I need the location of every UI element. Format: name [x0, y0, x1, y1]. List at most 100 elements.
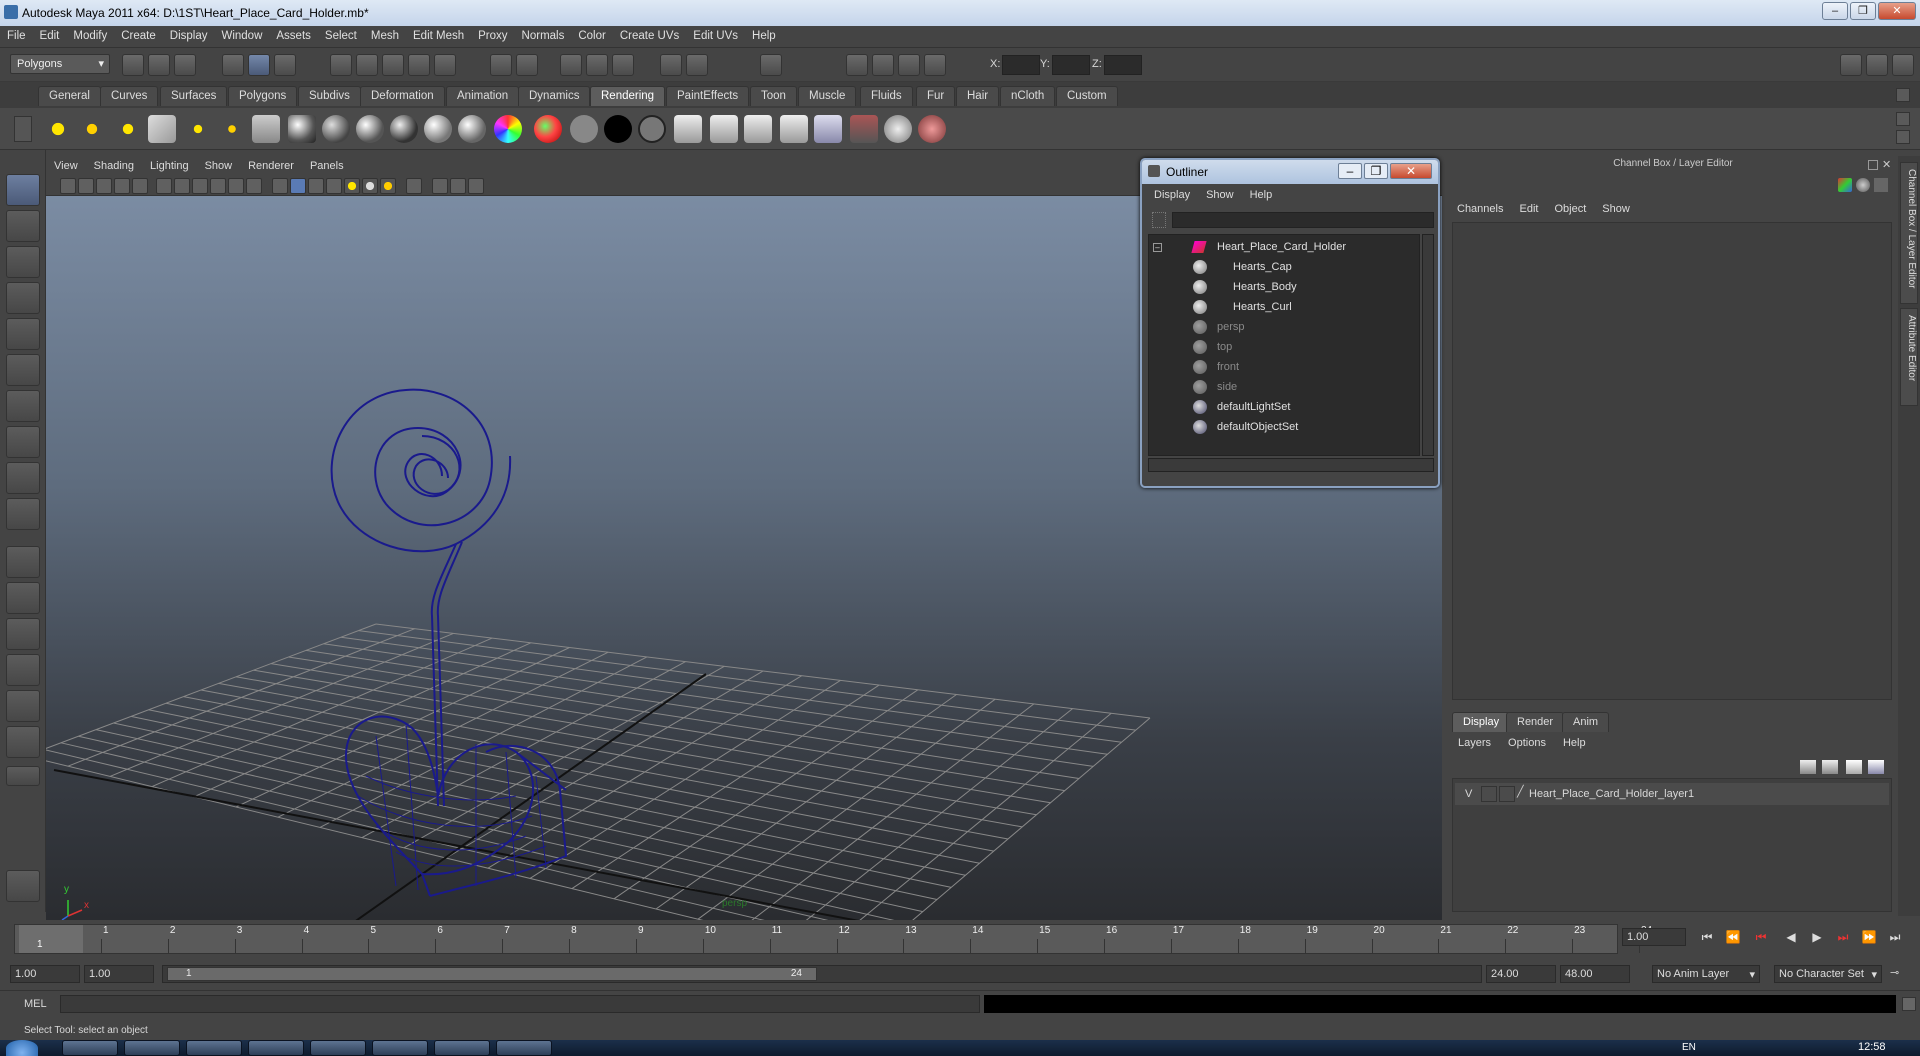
menu-set-dropdown[interactable]: Polygons ▾ — [10, 54, 110, 74]
relative-transform-icon[interactable] — [872, 54, 894, 76]
outliner-item[interactable]: defaultObjectSet — [1149, 417, 1409, 437]
safe-action-icon[interactable] — [246, 178, 262, 194]
utility-task-icon[interactable] — [434, 1040, 490, 1056]
wireframe-on-shaded-icon[interactable] — [308, 178, 324, 194]
snap-grid-icon[interactable] — [330, 54, 352, 76]
float-panel-icon[interactable] — [1868, 160, 1878, 170]
shelf-tab-ncloth[interactable]: nCloth — [1000, 86, 1056, 106]
photoshop-task-icon[interactable] — [248, 1040, 304, 1056]
outliner-horizontal-scrollbar[interactable] — [1148, 458, 1434, 472]
shelf-tab-muscle[interactable]: Muscle — [798, 86, 857, 106]
render-settings-shelf-icon[interactable] — [744, 115, 772, 143]
surface-shader-icon[interactable] — [638, 115, 666, 143]
menu-display[interactable]: Display — [163, 26, 215, 42]
maximize-button[interactable]: ❐ — [1850, 2, 1876, 20]
xray-joints-icon[interactable] — [450, 178, 466, 194]
paint-brush-icon[interactable] — [918, 115, 946, 143]
range-slider-bar[interactable]: 1 24 — [167, 967, 817, 981]
outliner-vertical-scrollbar[interactable] — [1422, 234, 1434, 456]
shadows-icon[interactable] — [380, 178, 396, 194]
viewport-menu-show[interactable]: Show — [197, 156, 241, 172]
wireframe-icon[interactable] — [272, 178, 288, 194]
directional-light-icon[interactable] — [78, 115, 106, 143]
play-backwards-button[interactable]: ◀ — [1782, 930, 1800, 948]
select-object-icon[interactable] — [248, 54, 270, 76]
menu-edit-mesh[interactable]: Edit Mesh — [406, 26, 471, 42]
rename-icon[interactable] — [898, 54, 920, 76]
paint-select-tool-icon[interactable] — [6, 246, 40, 278]
single-perspective-layout-icon[interactable] — [6, 546, 40, 578]
select-tool-icon[interactable] — [6, 174, 40, 206]
time-slider-track[interactable]: 1 12345678910111213141516171819202122232… — [14, 924, 1652, 954]
field-chart-icon[interactable] — [228, 178, 244, 194]
layer-tab-render[interactable]: Render — [1506, 712, 1565, 732]
snap-curve-icon[interactable] — [356, 54, 378, 76]
shelf-scroll-up-icon[interactable] — [1896, 112, 1910, 126]
step-forward-frame-button[interactable]: ⏭ — [1834, 930, 1852, 948]
play-forwards-button[interactable]: ▶ — [1808, 930, 1826, 948]
shelf-tab-surfaces[interactable]: Surfaces — [160, 86, 228, 106]
render-settings-icon[interactable] — [612, 54, 634, 76]
hyperbolic-icon[interactable] — [1874, 178, 1888, 192]
ipr-icon[interactable] — [710, 115, 738, 143]
outliner-item[interactable]: front — [1149, 357, 1409, 377]
playback-start-field[interactable]: 1.00 — [84, 965, 154, 983]
current-time-indicator[interactable] — [19, 925, 83, 953]
explorer-task-icon[interactable] — [496, 1040, 552, 1056]
chrome-task-icon[interactable] — [62, 1040, 118, 1056]
viewport-menu-renderer[interactable]: Renderer — [240, 156, 302, 172]
menu-file[interactable]: File — [0, 26, 33, 42]
shelf-menu-icon[interactable] — [1896, 88, 1910, 102]
minimize-button[interactable]: – — [1822, 2, 1848, 20]
render-view-shelf-icon[interactable] — [814, 115, 842, 143]
menu-window[interactable]: Window — [214, 26, 269, 42]
xray-icon[interactable] — [432, 178, 448, 194]
save-scene-icon[interactable] — [174, 54, 196, 76]
shelf-tab-deformation[interactable]: Deformation — [360, 86, 445, 106]
two-d-pan-icon[interactable] — [132, 178, 148, 194]
maya-task-icon[interactable] — [372, 1040, 428, 1056]
menu-select[interactable]: Select — [318, 26, 364, 42]
bookmark-icon[interactable] — [96, 178, 112, 194]
channel-box-toggle-icon[interactable] — [1892, 54, 1914, 76]
camera-attributes-icon[interactable] — [78, 178, 94, 194]
phong-shader-icon[interactable] — [356, 115, 384, 143]
go-to-end-button[interactable]: ⏭ — [1886, 930, 1904, 948]
anim-layer-dropdown[interactable]: No Anim Layer ▾ — [1652, 965, 1760, 983]
paint-canvas-icon[interactable] — [884, 115, 912, 143]
move-tool-icon[interactable] — [6, 282, 40, 314]
phonge-shader-icon[interactable] — [390, 115, 418, 143]
viewport-menu-shading[interactable]: Shading — [86, 156, 142, 172]
ramp-shader-icon[interactable] — [494, 115, 522, 143]
resolution-gate-icon[interactable] — [192, 178, 208, 194]
shelf-tab-dynamics[interactable]: Dynamics — [518, 86, 591, 106]
menu-edit[interactable]: Edit — [33, 26, 67, 42]
time-slider[interactable]: 1 12345678910111213141516171819202122232… — [0, 920, 1920, 958]
layer-menu-help[interactable]: Help — [1553, 734, 1593, 749]
manipulator-icon[interactable] — [1838, 178, 1852, 192]
script-editor-icon[interactable] — [1902, 997, 1916, 1011]
render-view-icon[interactable] — [686, 54, 708, 76]
menu-modify[interactable]: Modify — [66, 26, 114, 42]
smooth-shade-icon[interactable] — [290, 178, 306, 194]
channel-menu-show[interactable]: Show — [1593, 200, 1637, 215]
outliner-item[interactable]: top — [1149, 337, 1409, 357]
outliner-item[interactable]: Hearts_Curl — [1149, 297, 1409, 317]
area-light-icon[interactable] — [184, 115, 212, 143]
channel-menu-channels[interactable]: Channels — [1448, 200, 1510, 215]
viewport-menu-view[interactable]: View — [46, 156, 86, 172]
hypershade-icon[interactable] — [660, 54, 682, 76]
outliner-title-bar[interactable]: Outliner – ❐ ✕ — [1142, 160, 1438, 184]
show-manipulator-icon[interactable] — [6, 462, 40, 494]
shelf-tab-hair[interactable]: Hair — [956, 86, 1000, 106]
current-time-field[interactable]: 1.00 — [1622, 928, 1686, 946]
select-by-name-icon[interactable] — [924, 54, 946, 76]
layout-options-icon[interactable] — [6, 766, 40, 786]
layer-visibility-toggle[interactable]: V — [1465, 788, 1472, 800]
auto-key-icon[interactable]: ⊸ — [1890, 966, 1906, 982]
script-language-label[interactable]: MEL — [24, 998, 47, 1010]
hypershade-shelf-icon[interactable] — [850, 115, 878, 143]
grid-toggle-icon[interactable] — [156, 178, 172, 194]
shelf-tab-general[interactable]: General — [38, 86, 101, 106]
shelf-tab-fur[interactable]: Fur — [916, 86, 956, 106]
